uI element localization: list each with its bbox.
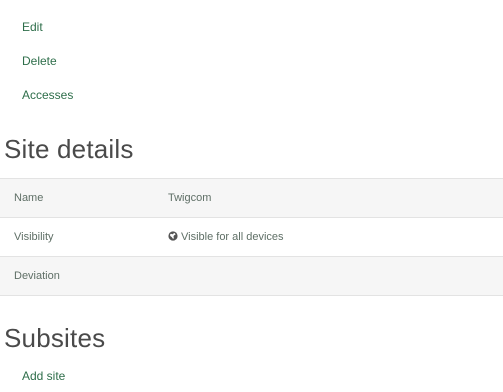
detail-value (150, 257, 503, 296)
detail-value: Visible for all devices (181, 231, 284, 243)
detail-row-deviation: Deviation (0, 256, 503, 296)
detail-value-cell: Visible for all devices (150, 218, 503, 257)
detail-label: Name (14, 192, 44, 204)
globe-icon (168, 231, 178, 241)
detail-value: Twigcom (168, 192, 212, 204)
detail-label: Deviation (14, 270, 60, 282)
edit-link[interactable]: Edit (22, 10, 73, 44)
site-page: Edit Delete Accesses Site details Name T… (0, 0, 503, 392)
detail-label: Visibility (14, 231, 54, 243)
delete-link[interactable]: Delete (22, 44, 73, 78)
accesses-link[interactable]: Accesses (22, 78, 73, 112)
action-links: Edit Delete Accesses (22, 10, 73, 112)
subsites-heading: Subsites (4, 323, 106, 353)
add-site-link[interactable]: Add site (22, 369, 65, 383)
detail-row-name: Name Twigcom (0, 178, 503, 218)
site-details-table: Name Twigcom Visibility Visible for all … (0, 178, 503, 296)
detail-row-visibility: Visibility Visible for all devices (0, 217, 503, 257)
site-details-heading: Site details (4, 134, 134, 164)
